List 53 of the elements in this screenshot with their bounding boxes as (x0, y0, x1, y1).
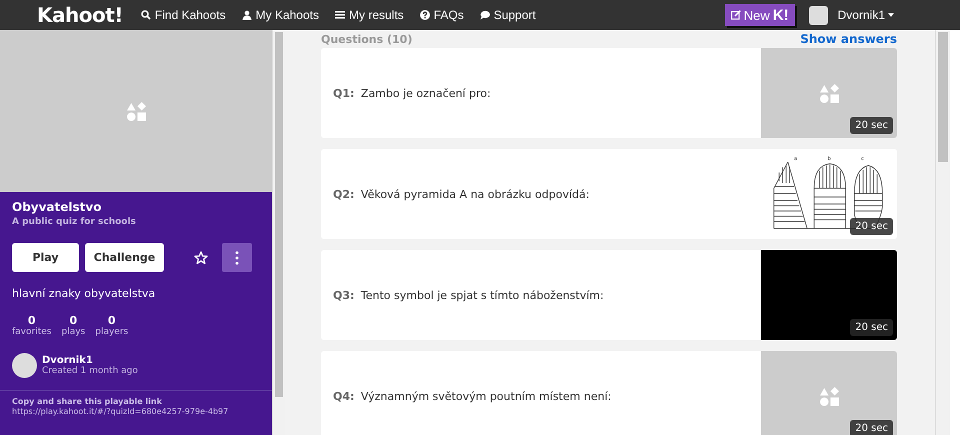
edit-icon (730, 10, 741, 20)
stat-label: favorites (12, 327, 52, 337)
user-icon (242, 10, 252, 20)
nav-link[interactable]: Find Kahoots (140, 8, 226, 22)
show-answers-link[interactable]: Show answers (800, 32, 897, 46)
question-card[interactable]: Q1: Zambo je označení pro: 20 sec (321, 48, 897, 138)
stat-value: 0 (28, 314, 36, 327)
shapes-icon (820, 84, 838, 102)
time-badge: 20 sec (850, 218, 893, 235)
scrollbar[interactable] (272, 30, 285, 435)
new-kahoot-button[interactable]: New K! (724, 4, 795, 26)
author-name: Dvornik1 (42, 355, 94, 366)
caret-icon (888, 13, 894, 17)
shapes-icon (820, 386, 838, 406)
author-avatar (12, 353, 37, 378)
user-menu[interactable]: Dvornik1 (838, 8, 894, 22)
quiz-title: Obyvatelstvo (12, 200, 102, 214)
nav-link[interactable]: FAQs (420, 8, 464, 22)
time-badge: 20 sec (850, 420, 893, 435)
more-icon (235, 250, 239, 264)
nav-link[interactable]: Support (480, 8, 536, 22)
questions-heading: Questions (10) (321, 32, 412, 46)
challenge-button[interactable]: Challenge (85, 243, 164, 272)
question-card[interactable]: Q4: Významným světovým poutním místem není: 20 sec (321, 351, 897, 435)
search-icon (140, 10, 151, 20)
question-text: Q2: Věková pyramida A na obrázku odpovídá: (332, 186, 590, 202)
chat-icon (480, 10, 490, 20)
share-link[interactable]: https://play.kahoot.it/#/?quizId=680e4257-979e-4b97 (12, 407, 260, 416)
list-icon (335, 10, 345, 20)
help-icon (420, 10, 430, 20)
quiz-description: hlavní znaky obyvatelstva (12, 287, 156, 300)
time-badge: 20 sec (850, 117, 893, 134)
shapes-icon (126, 102, 146, 120)
scrollbar[interactable] (935, 30, 950, 435)
more-options-button[interactable] (222, 243, 252, 272)
stat-label: plays (61, 327, 86, 337)
question-text: Q4: Významným světovým poutním místem není: (332, 388, 612, 404)
share-title: Copy and share this playable link (12, 397, 163, 406)
question-card[interactable]: Q3: Tento symbol je spjat s tímto náboženstvím: 20 sec (321, 250, 897, 340)
created-date: Created 1 month ago (42, 366, 138, 376)
quiz-subtitle: A public quiz for schools (12, 217, 137, 227)
avatar[interactable] (808, 6, 828, 24)
nav-link[interactable]: My results (335, 8, 404, 22)
stat-value: 0 (108, 314, 116, 327)
nav-link[interactable]: My Kahoots (242, 8, 319, 22)
play-button[interactable]: Play (12, 243, 79, 272)
stat-label: players (95, 327, 128, 337)
stat-value: 0 (70, 314, 78, 327)
question-text: Q3: Tento symbol je spjat s tímto náboženstvím: (332, 288, 605, 304)
star-icon[interactable] (194, 250, 208, 264)
logo[interactable]: Kahoot! (37, 3, 123, 27)
time-badge: 20 sec (850, 319, 893, 336)
question-text: Q1: Zambo je označení pro: (332, 86, 492, 102)
